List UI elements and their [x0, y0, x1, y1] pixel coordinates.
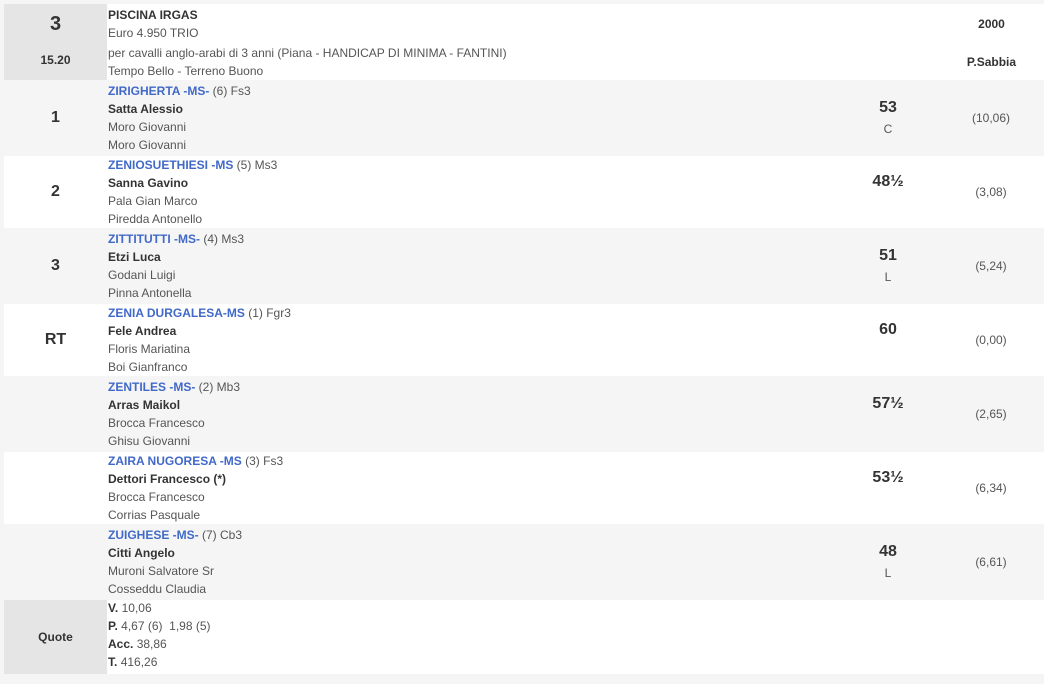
weight: 53: [879, 99, 897, 116]
horse-line: ZAIRA NUGORESA -MS (3) Fs3: [108, 454, 283, 468]
quote-key: P.: [108, 619, 118, 633]
owner-name: Piredda Antonello: [108, 212, 203, 226]
results-page: 3 15.20 PISCINA IRGAS Euro 4.950 TRIO pe…: [0, 0, 1050, 692]
trainer-name: Muroni Salvatore Sr: [108, 564, 215, 578]
weight: 48: [879, 543, 897, 560]
race-time: 15.20: [40, 53, 71, 67]
race-conditions: Tempo Bello - Terreno Buono: [108, 64, 264, 78]
trainer-name: Brocca Francesco: [108, 490, 205, 504]
owner-name: Ghisu Giovanni: [108, 434, 191, 448]
horse-name-link[interactable]: ZENIA DURGALESA-MS: [108, 306, 245, 320]
quote-row: Quote V. 10,06 P. 4,67 (6) 1,98 (5) Acc.…: [4, 600, 1044, 674]
finish-position: 2: [51, 183, 60, 200]
horse-line: ZUIGHESE -MS- (7) Cb3: [108, 528, 242, 542]
horse-line: ZIRIGHERTA -MS- (6) Fs3: [108, 84, 251, 98]
quote-value: 10,06: [121, 601, 152, 615]
runner-row: 1 ZIRIGHERTA -MS- (6) Fs3 Satta Alessio …: [4, 82, 1044, 154]
runner-row: RT ZENIA DURGALESA-MS (1) Fgr3 Fele Andr…: [4, 304, 1044, 376]
quote-key: T.: [108, 655, 118, 669]
jockey-name: Sanna Gavino: [108, 176, 189, 190]
race-description: per cavalli anglo-arabi di 3 anni (Piana…: [108, 46, 507, 60]
jockey-name: Satta Alessio: [108, 102, 183, 116]
finish-position: [4, 378, 107, 450]
horse-info: (2) Mb3: [195, 380, 241, 394]
horse-info: (4) Ms3: [199, 232, 244, 246]
horse-name-link[interactable]: ZITTITUTTI -MS-: [108, 232, 200, 246]
weight: 51: [879, 247, 897, 264]
horse-line: ZENIOSUETHIESI -MS (5) Ms3: [108, 158, 277, 172]
jockey-name: Etzi Luca: [108, 250, 161, 264]
quote-key: V.: [108, 601, 119, 615]
quote-value: 4,67 (6) 1,98 (5): [121, 619, 211, 633]
runner-row: ZAIRA NUGORESA -MS (3) Fs3 Dettori Franc…: [4, 452, 1044, 524]
odds: (6,34): [975, 481, 1007, 495]
quote-win: V. 10,06: [108, 601, 152, 615]
weight-note: L: [884, 270, 892, 284]
horse-info: (5) Ms3: [233, 158, 278, 172]
weight-note: L: [884, 566, 892, 580]
finish-position: 3: [51, 257, 60, 274]
race-header: 3 15.20 PISCINA IRGAS Euro 4.950 TRIO pe…: [4, 4, 1044, 80]
weight: 48½: [872, 173, 904, 190]
quote-value: 416,26: [120, 655, 158, 669]
horse-line: ZENTILES -MS- (2) Mb3: [108, 380, 240, 394]
jockey-name: Dettori Francesco (*): [108, 472, 227, 486]
runner-row: ZENTILES -MS- (2) Mb3 Arras Maikol Brocc…: [4, 378, 1044, 450]
horse-info: (6) Fs3: [209, 84, 251, 98]
owner-name: Moro Giovanni: [108, 138, 187, 152]
runner-row: 3 ZITTITUTTI -MS- (4) Ms3 Etzi Luca Goda…: [4, 230, 1044, 302]
race-track: P.Sabbia: [966, 55, 1017, 69]
horse-name-link[interactable]: ZUIGHESE -MS-: [108, 528, 199, 542]
horse-name-link[interactable]: ZAIRA NUGORESA -MS: [108, 454, 242, 468]
trainer-name: Brocca Francesco: [108, 416, 205, 430]
odds: (3,08): [975, 185, 1007, 199]
owner-name: Pinna Antonella: [108, 286, 192, 300]
race-number: 3: [49, 13, 62, 35]
odds: (5,24): [975, 259, 1007, 273]
weight: 53½: [872, 469, 904, 486]
quote-label: Quote: [4, 600, 107, 674]
jockey-name: Arras Maikol: [108, 398, 181, 412]
race-number-box: 3 15.20: [4, 4, 107, 80]
horse-name-link[interactable]: ZIRIGHERTA -MS-: [108, 84, 209, 98]
quote-value: 38,86: [136, 637, 167, 651]
odds: (2,65): [975, 407, 1007, 421]
trainer-name: Moro Giovanni: [108, 120, 187, 134]
horse-info: (1) Fgr3: [244, 306, 291, 320]
horse-name-link[interactable]: ZENIOSUETHIESI -MS: [108, 158, 233, 172]
owner-name: Boi Gianfranco: [108, 360, 188, 374]
results-table: 3 15.20 PISCINA IRGAS Euro 4.950 TRIO pe…: [0, 0, 1044, 684]
finish-position: 1: [51, 109, 60, 126]
race-distance: 2000: [978, 17, 1005, 31]
owner-name: Cosseddu Claudia: [108, 582, 207, 596]
finish-position: [4, 452, 107, 524]
quote-place: P. 4,67 (6) 1,98 (5): [108, 619, 211, 633]
trainer-name: Floris Mariatina: [108, 342, 191, 356]
trainer-name: Pala Gian Marco: [108, 194, 198, 208]
weight: 57½: [872, 395, 904, 412]
race-prize: Euro 4.950 TRIO: [108, 26, 199, 40]
owner-name: Corrias Pasquale: [108, 508, 201, 522]
horse-info: (3) Fs3: [241, 454, 284, 468]
odds: (6,61): [975, 555, 1007, 569]
jockey-name: Citti Angelo: [108, 546, 175, 560]
odds: (0,00): [975, 333, 1007, 347]
runner-row: 2 ZENIOSUETHIESI -MS (5) Ms3 Sanna Gavin…: [4, 156, 1044, 228]
trainer-name: Godani Luigi: [108, 268, 176, 282]
finish-position: [4, 526, 107, 598]
runner-row: ZUIGHESE -MS- (7) Cb3 Citti Angelo Muron…: [4, 526, 1044, 598]
weight: 60: [879, 321, 897, 338]
odds: (10,06): [971, 111, 1011, 125]
jockey-name: Fele Andrea: [108, 324, 177, 338]
horse-info: (7) Cb3: [198, 528, 243, 542]
quote-key: Acc.: [108, 637, 134, 651]
race-name: PISCINA IRGAS: [108, 8, 198, 22]
quote-accoppiata: Acc. 38,86: [108, 637, 167, 651]
weight-note: C: [883, 122, 893, 136]
horse-line: ZITTITUTTI -MS- (4) Ms3: [108, 232, 244, 246]
quote-trio: T. 416,26: [108, 655, 157, 669]
finish-position: RT: [44, 331, 67, 348]
horse-name-link[interactable]: ZENTILES -MS-: [108, 380, 195, 394]
horse-line: ZENIA DURGALESA-MS (1) Fgr3: [108, 306, 291, 320]
